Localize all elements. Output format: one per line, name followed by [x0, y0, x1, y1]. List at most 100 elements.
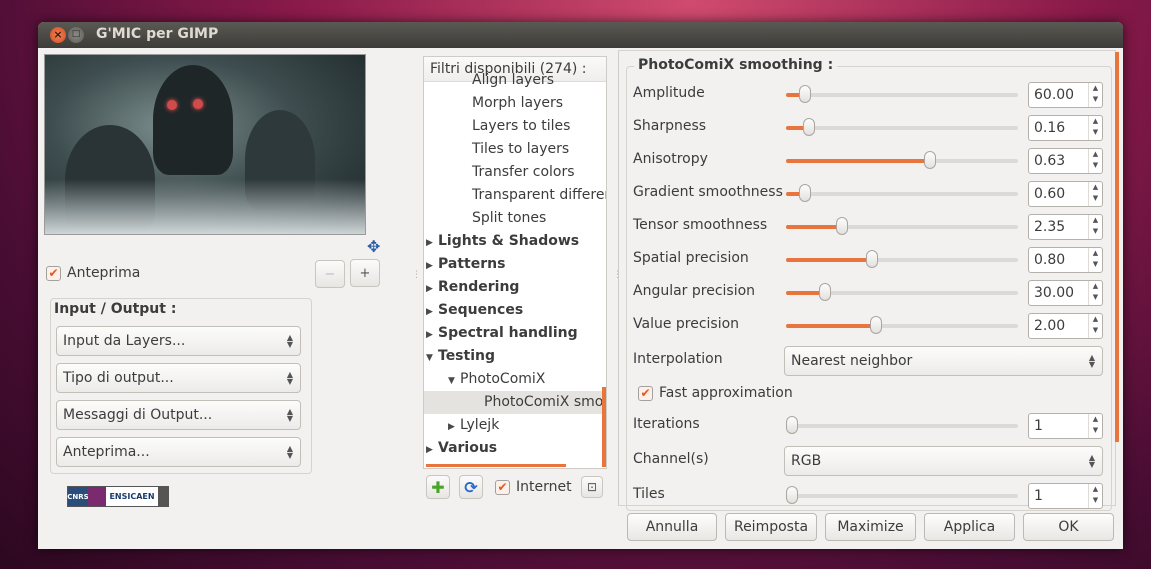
- param-value[interactable]: 0.60: [1034, 182, 1065, 206]
- zoom-in-button[interactable]: +: [350, 259, 380, 287]
- spin-arrows-icon[interactable]: ▲ ▼: [1088, 182, 1102, 206]
- param-spinbox[interactable]: 1 ▲ ▼: [1028, 413, 1103, 439]
- preview-toggle[interactable]: ✔ Anteprima: [46, 265, 140, 281]
- filter-tree-item[interactable]: Split tones: [448, 207, 546, 230]
- param-value[interactable]: 0.63: [1034, 149, 1065, 173]
- fast-approximation-toggle[interactable]: ✔ Fast approximation: [638, 385, 793, 401]
- spin-arrows-icon[interactable]: ▲ ▼: [1088, 215, 1102, 239]
- slider-knob[interactable]: [923, 151, 936, 169]
- output-messages-combo[interactable]: Messaggi di Output... ▲ ▼: [56, 400, 301, 430]
- preview-image[interactable]: [44, 54, 366, 235]
- spin-arrows-icon[interactable]: ▲ ▼: [1088, 83, 1102, 107]
- spin-arrows-icon[interactable]: ▲ ▼: [1088, 414, 1102, 438]
- filter-tree-item[interactable]: ▶ Various: [426, 437, 497, 460]
- internet-checkbox[interactable]: ✔: [495, 479, 510, 495]
- param-slider[interactable]: [786, 416, 1018, 434]
- param-value[interactable]: 0.80: [1034, 248, 1065, 272]
- expanded-arrow-icon[interactable]: ▼: [426, 347, 438, 370]
- param-spinbox[interactable]: 0.16 ▲ ▼: [1028, 115, 1103, 141]
- slider-knob[interactable]: [870, 316, 883, 334]
- param-slider[interactable]: [786, 151, 1018, 169]
- gmic-logo[interactable]: CNRS ENSICAEN: [67, 486, 169, 507]
- param-slider[interactable]: [786, 283, 1018, 301]
- param-spinbox[interactable]: 0.60 ▲ ▼: [1028, 181, 1103, 207]
- collapsed-arrow-icon[interactable]: ▶: [426, 324, 438, 347]
- cancel-button[interactable]: Annulla: [627, 513, 717, 541]
- maximize-button[interactable]: Maximize: [825, 513, 916, 541]
- param-value[interactable]: 1: [1034, 414, 1043, 438]
- collapsed-arrow-icon[interactable]: ▶: [448, 416, 460, 439]
- spin-arrows-icon[interactable]: ▲ ▼: [1088, 116, 1102, 140]
- filter-tree-item[interactable]: Transparent difference: [448, 184, 606, 207]
- interpolation-combo[interactable]: Nearest neighbor ▲ ▼: [784, 346, 1103, 376]
- param-spinbox[interactable]: 1 ▲ ▼: [1028, 483, 1103, 509]
- internet-toggle[interactable]: ✔ Internet: [495, 479, 572, 495]
- slider-knob[interactable]: [786, 486, 798, 504]
- param-spinbox[interactable]: 30.00 ▲ ▼: [1028, 280, 1103, 306]
- minimize-icon[interactable]: □: [68, 27, 84, 43]
- filter-tree-item[interactable]: Align layers: [448, 69, 554, 92]
- param-spinbox[interactable]: 2.35 ▲ ▼: [1028, 214, 1103, 240]
- filter-tree-item[interactable]: ▶ Lights & Shadows: [426, 230, 579, 253]
- filter-tree-item[interactable]: Tiles to layers: [448, 138, 569, 161]
- param-spinbox[interactable]: 0.80 ▲ ▼: [1028, 247, 1103, 273]
- filter-tree-item[interactable]: ▶ Lylejk: [448, 414, 499, 437]
- param-slider[interactable]: [786, 184, 1018, 202]
- param-slider[interactable]: [786, 250, 1018, 268]
- param-value[interactable]: 2.35: [1034, 215, 1065, 239]
- zoom-out-button[interactable]: −: [315, 260, 345, 288]
- spin-arrows-icon[interactable]: ▲ ▼: [1088, 149, 1102, 173]
- param-slider[interactable]: [786, 118, 1018, 136]
- filter-tree-item[interactable]: ▼ PhotoComiX: [448, 368, 545, 391]
- splitter-handle[interactable]: ⋮: [412, 271, 421, 280]
- spin-arrows-icon[interactable]: ▲ ▼: [1088, 248, 1102, 272]
- slider-knob[interactable]: [803, 118, 816, 136]
- param-value[interactable]: 1: [1034, 484, 1043, 508]
- refresh-filters-button[interactable]: ⟳: [459, 475, 483, 499]
- reset-button[interactable]: Reimposta: [725, 513, 817, 541]
- filter-tree-item[interactable]: Morph layers: [448, 92, 563, 115]
- slider-knob[interactable]: [819, 283, 832, 301]
- title-bar[interactable]: × □ G'MIC per GIMP: [38, 22, 1123, 48]
- param-slider[interactable]: [786, 316, 1018, 334]
- slider-knob[interactable]: [798, 85, 811, 103]
- params-scrollbar[interactable]: [1115, 52, 1119, 442]
- spin-arrows-icon[interactable]: ▲ ▼: [1088, 281, 1102, 305]
- param-value[interactable]: 60.00: [1034, 83, 1074, 107]
- expand-tree-button[interactable]: ⊡: [581, 476, 603, 498]
- tree-scrollbar[interactable]: [602, 387, 606, 467]
- close-icon[interactable]: ×: [50, 27, 66, 43]
- slider-knob[interactable]: [798, 184, 811, 202]
- channels-combo[interactable]: RGB ▲ ▼: [784, 446, 1103, 476]
- param-slider[interactable]: [786, 217, 1018, 235]
- filter-tree-item[interactable]: ▶ Rendering: [426, 276, 519, 299]
- preview-checkbox[interactable]: ✔: [46, 265, 61, 281]
- filter-tree-item[interactable]: PhotoComiX smoothing: [424, 391, 606, 414]
- param-value[interactable]: 0.16: [1034, 116, 1065, 140]
- param-spinbox[interactable]: 0.63 ▲ ▼: [1028, 148, 1103, 174]
- filter-tree-item[interactable]: ▶ Sequences: [426, 299, 523, 322]
- filter-tree-item[interactable]: ▶ Patterns: [426, 253, 505, 276]
- collapsed-arrow-icon[interactable]: ▶: [426, 439, 438, 462]
- filter-tree-item[interactable]: ▼ Testing: [426, 345, 495, 368]
- expanded-arrow-icon[interactable]: ▼: [448, 370, 460, 393]
- param-slider[interactable]: [786, 486, 1018, 504]
- collapsed-arrow-icon[interactable]: ▶: [426, 232, 438, 255]
- param-spinbox[interactable]: 2.00 ▲ ▼: [1028, 313, 1103, 339]
- input-layers-combo[interactable]: Input da Layers... ▲ ▼: [56, 326, 301, 356]
- spin-arrows-icon[interactable]: ▲ ▼: [1088, 314, 1102, 338]
- param-value[interactable]: 30.00: [1034, 281, 1074, 305]
- slider-knob[interactable]: [835, 217, 848, 235]
- ok-button[interactable]: OK: [1023, 513, 1114, 541]
- slider-knob[interactable]: [865, 250, 878, 268]
- fast-approximation-checkbox[interactable]: ✔: [638, 385, 653, 401]
- spin-arrows-icon[interactable]: ▲ ▼: [1088, 484, 1102, 508]
- tree-hscrollbar[interactable]: [426, 464, 566, 467]
- collapsed-arrow-icon[interactable]: ▶: [426, 278, 438, 301]
- filter-tree[interactable]: Filtri disponibili (274) : Align layers M…: [423, 56, 607, 469]
- add-filter-button[interactable]: ✚: [426, 475, 450, 499]
- param-value[interactable]: 2.00: [1034, 314, 1065, 338]
- move-icon[interactable]: ✥: [367, 237, 380, 256]
- slider-knob[interactable]: [786, 416, 798, 434]
- param-spinbox[interactable]: 60.00 ▲ ▼: [1028, 82, 1103, 108]
